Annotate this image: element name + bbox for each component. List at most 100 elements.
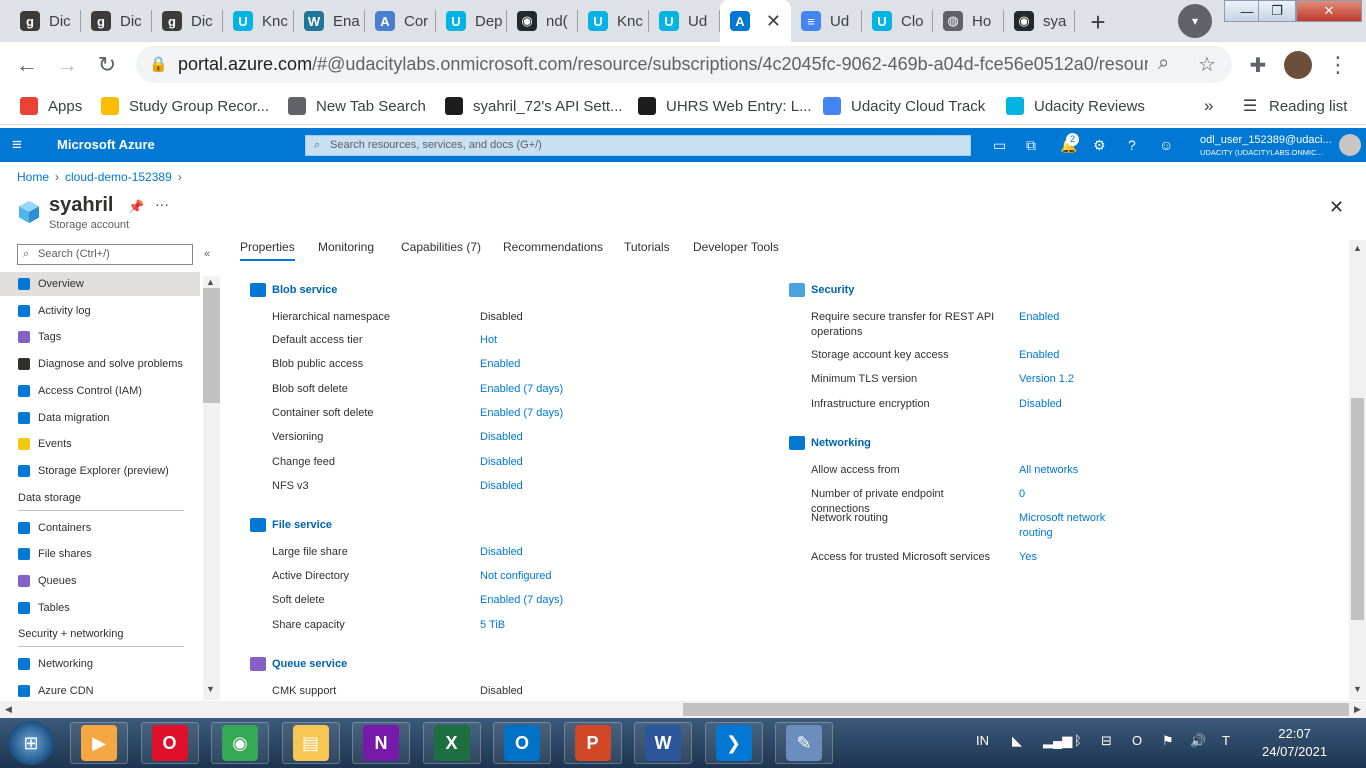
browser-tab[interactable]: g Dic (152, 0, 223, 42)
scroll-left-icon[interactable]: ◀ (5, 704, 12, 715)
content-scrollbar-thumb[interactable] (1351, 398, 1364, 620)
tab-developer-tools[interactable]: Developer Tools (693, 240, 779, 254)
property-value[interactable]: Enabled (7 days) (480, 406, 580, 421)
property-value[interactable]: Hot (480, 333, 580, 348)
property-value[interactable]: 5 TiB (480, 618, 580, 633)
language-indicator[interactable]: IN (976, 733, 989, 748)
address-bar[interactable]: 🔒 portal.azure.com/#@udacitylabs.onmicro… (136, 46, 1232, 83)
vscode-taskbar-button[interactable]: ❯ (704, 722, 763, 764)
menu-scrollbar-thumb[interactable] (203, 288, 220, 403)
property-value[interactable]: Microsoft network routing (1019, 511, 1119, 541)
browser-tab[interactable]: U Knc (578, 0, 649, 42)
sidebar-item-events[interactable]: Events (0, 432, 200, 456)
scroll-down-icon[interactable]: ▼ (1353, 684, 1362, 694)
close-window-button[interactable]: ✕ (1296, 0, 1362, 22)
page-horizontal-scrollbar-thumb[interactable] (683, 703, 1349, 716)
property-value[interactable]: Enabled (480, 357, 580, 372)
sidebar-item-overview[interactable]: Overview (0, 272, 200, 296)
settings-gear-icon[interactable]: ⚙ (1093, 137, 1106, 154)
opera-taskbar-button[interactable]: O (140, 722, 199, 764)
sidebar-item-file-shares[interactable]: File shares (0, 542, 200, 566)
scroll-up-icon[interactable]: ▲ (1353, 243, 1362, 253)
sidebar-item-data-migration[interactable]: Data migration (0, 406, 200, 430)
property-value[interactable]: Disabled (480, 430, 580, 445)
browser-tab[interactable]: W Ena (294, 0, 365, 42)
bookmark-item[interactable]: syahril_72's API Sett... (445, 95, 623, 117)
bookmark-item[interactable]: UHRS Web Entry: L... (638, 95, 812, 117)
sidebar-item-queues[interactable]: Queues (0, 569, 200, 593)
browser-tab[interactable]: U Ud (649, 0, 720, 42)
scroll-down-icon[interactable]: ▼ (206, 684, 215, 694)
bluetooth-icon[interactable]: ᛒ (1074, 733, 1082, 748)
tab-properties[interactable]: Properties (240, 240, 295, 261)
sidebar-item-networking[interactable]: Networking (0, 652, 200, 676)
chrome-taskbar-button[interactable]: ◉ (211, 722, 269, 764)
account-menu[interactable]: odl_user_152389@udaci... UDACITY (UDACIT… (1200, 134, 1332, 157)
directory-filter-icon[interactable]: ⧉ (1026, 137, 1036, 154)
tab-search-icon[interactable]: ▾ (1178, 4, 1212, 38)
property-value[interactable]: Enabled (1019, 310, 1119, 325)
breadcrumb-home[interactable]: Home (17, 170, 49, 184)
new-tab-button[interactable]: + (1081, 5, 1115, 39)
zoom-search-icon[interactable]: ⌕ (1158, 52, 1169, 75)
bookmark-item[interactable]: Apps (20, 95, 82, 117)
excel-taskbar-button[interactable]: X (422, 722, 481, 764)
sidebar-item-tables[interactable]: Tables (0, 596, 200, 620)
menu-icon[interactable]: ⋮ (1323, 50, 1353, 80)
close-tab-icon[interactable]: ✕ (766, 11, 781, 32)
help-icon[interactable]: ? (1128, 137, 1136, 153)
user-avatar[interactable] (1339, 134, 1361, 156)
opera-tray-icon[interactable]: O (1132, 733, 1142, 748)
forward-icon[interactable]: → (52, 50, 82, 80)
word-taskbar-button[interactable]: W (634, 722, 692, 764)
reading-list-button[interactable]: ☰ Reading list (1241, 95, 1348, 117)
property-value[interactable]: Not configured (480, 569, 580, 584)
sidebar-item-access-control-iam[interactable]: Access Control (IAM) (0, 379, 200, 403)
sidebar-item-azure-cdn[interactable]: Azure CDN (0, 679, 200, 700)
start-button[interactable]: ⊞ (8, 721, 54, 765)
avatar[interactable] (1284, 51, 1312, 79)
browser-tab[interactable]: ◍ Ho (933, 0, 1004, 42)
hamburger-menu-icon[interactable]: ≡ (12, 135, 22, 155)
flag-icon[interactable]: ⚑ (1162, 733, 1174, 749)
browser-tab[interactable]: A Cor (365, 0, 436, 42)
browser-tab[interactable]: U Knc (223, 0, 294, 42)
signal-icon[interactable]: ▂▄▆ (1043, 733, 1072, 749)
teams-icon[interactable]: T (1222, 733, 1230, 748)
outlook-taskbar-button[interactable]: O (493, 722, 551, 764)
tab-monitoring[interactable]: Monitoring (318, 240, 374, 254)
close-blade-icon[interactable]: ✕ (1329, 197, 1344, 218)
property-value[interactable]: Disabled (480, 455, 580, 470)
volume-icon[interactable]: 🔊 (1190, 733, 1206, 749)
browser-tab[interactable]: U Clo (862, 0, 933, 42)
tab-capabilities[interactable]: Capabilities (7) (401, 240, 481, 254)
bookmark-item[interactable]: Udacity Reviews (1006, 95, 1145, 117)
system-clock[interactable]: 22:07 24/07/2021 (1262, 725, 1327, 761)
file-explorer-taskbar-button[interactable]: ▤ (281, 722, 340, 764)
property-value[interactable]: Enabled (1019, 348, 1119, 363)
browser-tab[interactable]: ◉ sya (1004, 0, 1075, 42)
sidebar-item-diagnose-and-solve-problems[interactable]: Diagnose and solve problems (0, 352, 200, 376)
bookmark-star-icon[interactable]: ☆ (1198, 52, 1216, 77)
property-value[interactable]: All networks (1019, 463, 1119, 478)
breadcrumb-resource-group[interactable]: cloud-demo-152389 (65, 170, 172, 184)
property-value[interactable]: Yes (1019, 550, 1119, 565)
sidebar-item-tags[interactable]: Tags (0, 325, 200, 349)
powerpoint-taskbar-button[interactable]: P (563, 722, 622, 764)
back-icon[interactable]: ← (12, 50, 42, 80)
browser-tab[interactable]: ◉ nd( (507, 0, 578, 42)
sidebar-item-containers[interactable]: Containers (0, 516, 200, 540)
property-value[interactable]: Disabled (1019, 397, 1119, 412)
extensions-icon[interactable]: ✚ (1243, 50, 1273, 80)
sidebar-item-storage-explorer-preview[interactable]: Storage Explorer (preview) (0, 459, 200, 483)
browser-tab[interactable]: A ✕ (720, 0, 791, 42)
reload-icon[interactable]: ↻ (92, 50, 122, 80)
bookmark-item[interactable]: Study Group Recor... (101, 95, 269, 117)
azure-brand[interactable]: Microsoft Azure (57, 137, 155, 152)
scroll-right-icon[interactable]: ▶ (1354, 704, 1361, 715)
browser-tab[interactable]: g Dic (10, 0, 81, 42)
media-player-taskbar-button[interactable]: ▶ (70, 722, 128, 764)
scroll-up-icon[interactable]: ▲ (206, 277, 215, 287)
property-value[interactable]: Disabled (480, 545, 580, 560)
browser-tab[interactable]: ≡ Ud (791, 0, 862, 42)
